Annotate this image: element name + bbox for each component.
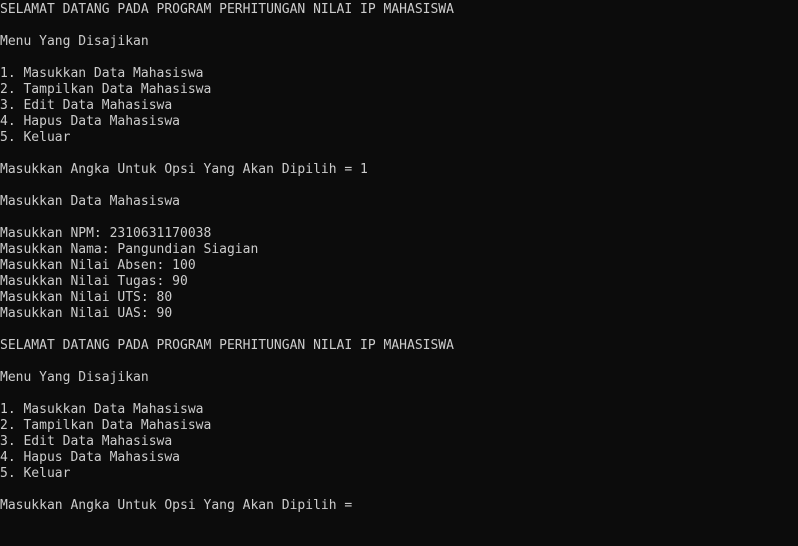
tugas-entry: Masukkan Nilai Tugas: 90 [0, 274, 188, 289]
console-output[interactable]: SELAMAT DATANG PADA PROGRAM PERHITUNGAN … [0, 0, 798, 546]
menu-option-1: 1. Masukkan Data Mahasiswa [0, 402, 204, 417]
input-section-heading: Masukkan Data Mahasiswa [0, 194, 181, 209]
welcome-title: SELAMAT DATANG PADA PROGRAM PERHITUNGAN … [0, 338, 454, 353]
option-prompt-answered: Masukkan Angka Untuk Opsi Yang Akan Dipi… [0, 162, 368, 177]
absen-entry: Masukkan Nilai Absen: 100 [0, 258, 196, 273]
menu-option-4: 4. Hapus Data Mahasiswa [0, 114, 181, 129]
menu-option-1: 1. Masukkan Data Mahasiswa [0, 66, 204, 81]
menu-option-3: 3. Edit Data Mahasiswa [0, 434, 173, 449]
menu-option-4: 4. Hapus Data Mahasiswa [0, 450, 181, 465]
option-prompt: Masukkan Angka Untuk Opsi Yang Akan Dipi… [0, 498, 361, 513]
name-entry: Masukkan Nama: Pangundian Siagian [0, 242, 259, 257]
menu-option-2: 2. Tampilkan Data Mahasiswa [0, 82, 212, 97]
menu-option-3: 3. Edit Data Mahasiswa [0, 98, 173, 113]
menu-heading: Menu Yang Disajikan [0, 34, 149, 49]
menu-option-2: 2. Tampilkan Data Mahasiswa [0, 418, 212, 433]
menu-option-5: 5. Keluar [0, 130, 71, 145]
uts-entry: Masukkan Nilai UTS: 80 [0, 290, 173, 305]
npm-entry: Masukkan NPM: 2310631170038 [0, 226, 212, 241]
menu-option-5: 5. Keluar [0, 466, 71, 481]
input-prompt-line[interactable]: Masukkan Angka Untuk Opsi Yang Akan Dipi… [0, 498, 798, 514]
menu-heading: Menu Yang Disajikan [0, 370, 149, 385]
uas-entry: Masukkan Nilai UAS: 90 [0, 306, 173, 321]
welcome-title: SELAMAT DATANG PADA PROGRAM PERHITUNGAN … [0, 2, 454, 17]
